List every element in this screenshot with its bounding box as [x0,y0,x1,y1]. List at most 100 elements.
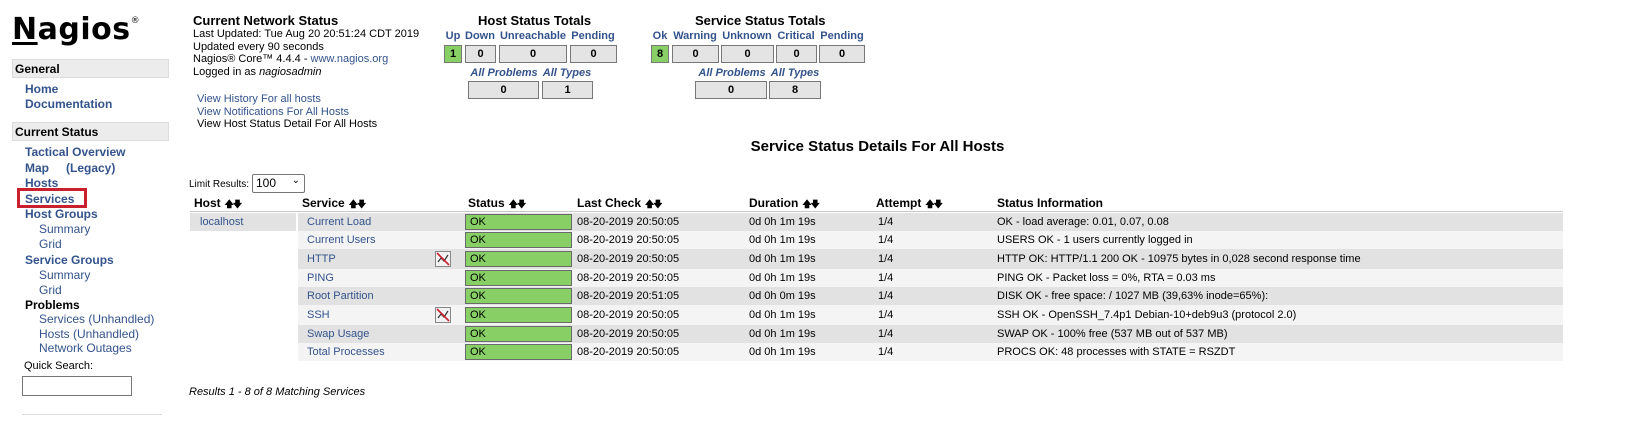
host-all-problems-count[interactable]: 0 [468,81,539,99]
service-totals-unknown-count[interactable]: 0 [721,45,774,63]
service-totals-critical-count[interactable]: 0 [776,45,817,63]
duration-cell: 0d 0h 1m 19s [749,234,816,246]
host-cell: localhost [190,213,296,231]
sort-arrows-icon[interactable]: 🡅🡇 [349,199,366,209]
host-totals-up-header[interactable]: Up [443,30,463,42]
host-all-types-count[interactable]: 1 [542,81,593,99]
info-title: Current Network Status [193,13,339,28]
sort-arrows-icon[interactable]: 🡅🡇 [509,199,526,209]
nagios-org-link[interactable]: www.nagios.org [311,53,389,65]
nav-problems-services-link[interactable]: Services (Unhandled) [39,312,154,326]
status-information-cell: SWAP OK - 100% free (537 MB out of 537 M… [997,328,1228,340]
service-link[interactable]: Total Processes [307,343,385,361]
host-totals-unreachable-header[interactable]: Unreachable [498,30,568,42]
service-link[interactable]: HTTP [307,250,336,268]
nav-problems-hosts-link[interactable]: Hosts (Unhandled) [39,327,139,341]
status-information-cell: DISK OK - free space: / 1027 MB (39,63% … [997,290,1269,302]
service-all-types-header[interactable]: All Types [769,67,821,79]
service-link[interactable]: Current Users [307,231,375,249]
sort-arrows-icon[interactable]: 🡅🡇 [802,199,819,209]
service-totals-title: Service Status Totals [695,13,826,28]
logged-in-user: nagiosadmin [259,65,322,78]
table-row: PING OK 08-20-2019 20:50:05 0d 0h 1m 19s 1/4… [298,269,1563,287]
last-check-cell: 08-20-2019 20:51:05 [577,290,680,302]
nav-home-link[interactable]: Home [25,82,58,96]
host-totals-pending-header[interactable]: Pending [569,30,617,42]
nav-host-groups-grid-link[interactable]: Grid [39,237,62,251]
host-totals-unreachable-count[interactable]: 0 [499,45,567,63]
last-check-cell: 08-20-2019 20:50:05 [577,328,680,340]
nav-network-outages-link[interactable]: Network Outages [39,341,132,355]
duration-cell: 0d 0h 1m 19s [749,253,816,265]
limit-results-select[interactable]: 100 ⌄ [252,174,305,193]
host-totals-down-count[interactable]: 0 [465,45,496,63]
status-information-cell: OK - load average: 0.01, 0.07, 0.08 [997,216,1169,228]
duration-cell: 0d 0h 1m 19s [749,216,816,228]
logged-in-text: Logged in as [193,65,260,78]
view-history-link[interactable]: View History For all hosts [197,93,377,106]
host-totals-up-count[interactable]: 1 [444,45,462,63]
nagios-logo[interactable]: Nagios® [12,12,140,47]
service-link[interactable]: SSH [307,306,330,324]
service-totals-pending-count[interactable]: 0 [819,45,865,63]
nav-host-groups-summary-link[interactable]: Summary [39,222,90,236]
nav-service-groups-summary-link[interactable]: Summary [39,268,90,282]
nav-host-groups-link[interactable]: Host Groups [25,207,98,221]
service-link[interactable]: Current Load [307,213,371,231]
sort-arrows-icon[interactable]: 🡅🡇 [645,199,662,209]
service-all-problems-count[interactable]: 0 [695,81,767,99]
host-totals-pending-count[interactable]: 0 [570,45,617,63]
service-totals-warning-count[interactable]: 0 [672,45,719,63]
nav-documentation-link[interactable]: Documentation [25,97,112,111]
attempt-cell: 1/4 [878,290,894,302]
column-header-status-information: Status Information [997,196,1104,210]
flapping-disabled-icon[interactable] [435,307,451,323]
quick-search-input[interactable] [22,376,132,396]
view-notifications-link[interactable]: View Notifications For All Hosts [197,106,377,119]
nav-service-groups-grid-link[interactable]: Grid [39,283,62,297]
table-row: Total Processes OK 08-20-2019 20:50:05 0d 0… [298,343,1563,361]
service-all-problems-header[interactable]: All Problems [695,67,769,79]
table-row: Swap Usage OK 08-20-2019 20:50:05 0d 0h 1m … [298,325,1563,343]
service-link[interactable]: Root Partition [307,287,374,305]
chevron-down-icon: ⌄ [291,175,300,186]
host-all-problems-header[interactable]: All Problems [467,67,541,79]
nav-map-link[interactable]: Map [25,161,49,175]
attempt-cell: 1/4 [878,234,894,246]
status-ok-badge: OK [465,326,572,342]
service-totals-ok-header[interactable]: Ok [650,30,670,42]
host-all-types-header[interactable]: All Types [541,67,593,79]
status-ok-badge: OK [465,288,572,304]
duration-cell: 0d 0h 1m 19s [749,346,816,358]
version-line: Nagios® Core™ 4.4.4 - www.nagios.org [193,53,419,66]
status-information-cell: USERS OK - 1 users currently logged in [997,234,1193,246]
status-information-cell: HTTP OK: HTTP/1.1 200 OK - 10975 bytes i… [997,253,1361,265]
attempt-cell: 1/4 [878,328,894,340]
service-totals-unknown-header[interactable]: Unknown [720,30,774,42]
host-link-localhost[interactable]: localhost [200,213,243,231]
duration-cell: 0d 0h 1m 19s [749,309,816,321]
service-totals-warning-header[interactable]: Warning [671,30,719,42]
flapping-disabled-icon[interactable] [435,251,451,267]
service-totals-critical-header[interactable]: Critical [775,30,817,42]
status-ok-badge: OK [465,307,572,323]
service-totals-pending-header[interactable]: Pending [818,30,866,42]
service-link[interactable]: Swap Usage [307,325,369,343]
services-highlight-box [17,188,87,208]
limit-results-value: 100 [256,176,277,190]
service-all-types-count[interactable]: 8 [769,81,821,99]
duration-cell: 0d 0h 1m 19s [749,328,816,340]
page-title: Service Status Details For All Hosts [750,138,1005,155]
host-totals-down-header[interactable]: Down [464,30,496,42]
limit-results-label: Limit Results: [189,179,250,190]
logged-in-line: Logged in as nagiosadmin [193,66,419,79]
sort-arrows-icon[interactable]: 🡅🡇 [925,199,942,209]
sort-arrows-icon[interactable]: 🡅🡇 [225,199,242,209]
nav-service-groups-link[interactable]: Service Groups [25,253,114,267]
status-ok-badge: OK [465,270,572,286]
service-totals-ok-count[interactable]: 8 [651,45,669,63]
service-link[interactable]: PING [307,269,334,287]
nav-map-legacy-link[interactable]: (Legacy) [66,161,115,175]
view-host-status-detail-link[interactable]: View Host Status Detail For All Hosts [197,118,377,131]
status-information-cell: PROCS OK: 48 processes with STATE = RSZD… [997,346,1236,358]
